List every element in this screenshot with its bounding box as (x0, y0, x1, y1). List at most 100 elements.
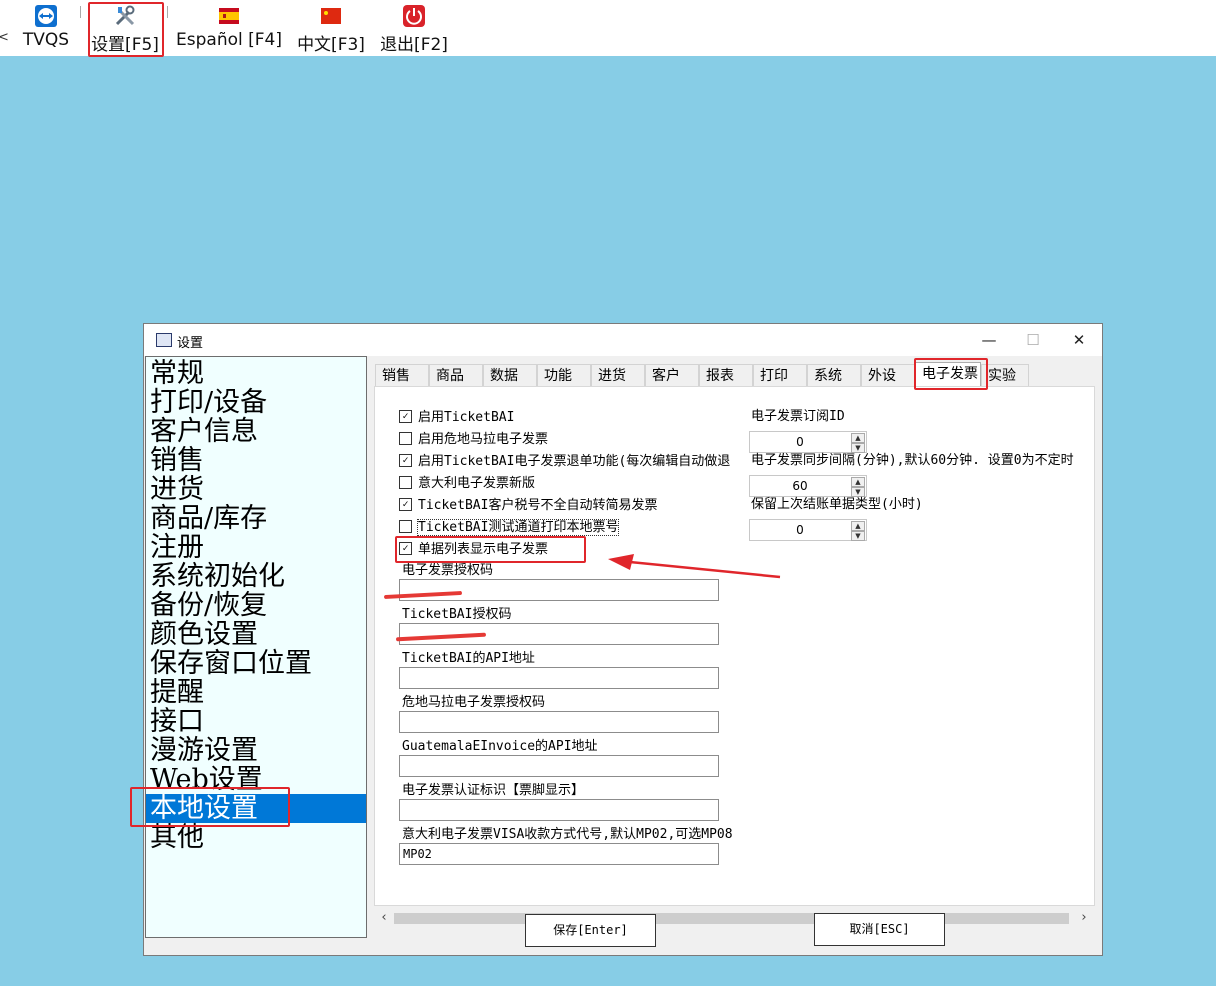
field-label-guatemala-auth: 危地马拉电子发票授权码 (402, 695, 546, 710)
toolbar-tvqs-label: TVQS (22, 30, 70, 50)
checkbox-label: 意大利电子发票新版 (418, 476, 536, 491)
nav-item-backup[interactable]: 备份/恢复 (146, 591, 366, 620)
checkbox-checked-icon: ✓ (399, 410, 412, 423)
tab-sales[interactable]: 销售 (375, 364, 429, 386)
nav-item-sales[interactable]: 销售 (146, 446, 366, 475)
stepper-buttons[interactable]: ▲ ▼ (851, 477, 865, 497)
stepper-down-icon[interactable]: ▼ (851, 487, 865, 497)
settings-category-list[interactable]: 常规 打印/设备 客户信息 销售 进货 商品/库存 注册 系统初始化 备份/恢复… (145, 356, 367, 938)
scrollbar-thumb[interactable] (394, 913, 1069, 924)
subscription-id-stepper[interactable]: 0 ▲ ▼ (749, 431, 867, 453)
stepper-value: 60 (792, 479, 808, 493)
tab-reports[interactable]: 报表 (699, 364, 753, 386)
checkbox-enable-guatemala[interactable]: 启用危地马拉电子发票 (399, 431, 548, 449)
guatemala-api-input[interactable] (399, 755, 719, 777)
scroll-right-icon[interactable]: › (1076, 909, 1092, 927)
tab-data[interactable]: 数据 (483, 364, 537, 386)
checkbox-label: TicketBAI客户税号不全自动转简易发票 (418, 498, 658, 513)
nav-item-purchase[interactable]: 进货 (146, 475, 366, 504)
field-label-einvoice-auth: 电子发票授权码 (402, 563, 494, 578)
checkbox-label: 启用危地马拉电子发票 (418, 432, 549, 447)
minimize-button[interactable]: — (979, 330, 999, 350)
close-button[interactable]: ✕ (1069, 330, 1089, 350)
app-icon (156, 333, 172, 347)
checkbox-ticketbai-refund[interactable]: ✓ 启用TicketBAI电子发票退单功能(每次编辑自动做退 (399, 453, 730, 471)
checkbox-italy-new[interactable]: 意大利电子发票新版 (399, 475, 535, 493)
cancel-button[interactable]: 取消[ESC] (814, 913, 945, 946)
checkbox-unchecked-icon (399, 432, 412, 445)
stepper-value: 0 (796, 435, 804, 449)
maximize-button[interactable]: ☐ (1023, 330, 1043, 350)
nav-item-roaming[interactable]: 漫游设置 (146, 736, 366, 765)
highlight-einvoice-tab (914, 358, 988, 390)
toolbar-chinese-label: 中文[F3] (297, 35, 365, 55)
field-label-einvoice-cert: 电子发票认证标识【票脚显示】 (402, 783, 585, 798)
checkbox-label: 启用TicketBAI电子发票退单功能(每次编辑自动做退 (418, 454, 731, 469)
tab-experiment[interactable]: 实验 (981, 364, 1029, 386)
nav-item-general[interactable]: 常规 (146, 359, 366, 388)
stepper-buttons[interactable]: ▲ ▼ (851, 521, 865, 541)
sync-interval-stepper[interactable]: 60 ▲ ▼ (749, 475, 867, 497)
tab-system[interactable]: 系统 (807, 364, 861, 386)
highlight-list-show-einvoice (395, 536, 586, 563)
dialog-title: 设置 (177, 336, 204, 351)
checkbox-ticketbai-simple-invoice[interactable]: ✓ TicketBAI客户税号不全自动转简易发票 (399, 497, 657, 515)
nav-item-products[interactable]: 商品/库存 (146, 504, 366, 533)
italy-visa-input[interactable]: MP02 (399, 843, 719, 865)
stepper-down-icon[interactable]: ▼ (851, 443, 865, 453)
nav-item-customer[interactable]: 客户信息 (146, 417, 366, 446)
stepper-up-icon[interactable]: ▲ (851, 521, 865, 531)
nav-item-colors[interactable]: 颜色设置 (146, 620, 366, 649)
nav-item-other[interactable]: 其他 (146, 823, 366, 852)
field-label-italy-visa: 意大利电子发票VISA收款方式代号,默认MP02,可选MP08 (402, 827, 733, 842)
save-button[interactable]: 保存[Enter] (525, 914, 656, 947)
nav-item-window-pos[interactable]: 保存窗口位置 (146, 649, 366, 678)
spain-flag-icon (219, 8, 239, 24)
checkbox-label: 启用TicketBAI (418, 410, 515, 425)
nav-item-reminder[interactable]: 提醒 (146, 678, 366, 707)
einvoice-cert-input[interactable] (399, 799, 719, 821)
tab-purchase[interactable]: 进货 (591, 364, 645, 386)
nav-item-print-device[interactable]: 打印/设备 (146, 388, 366, 417)
nav-item-init[interactable]: 系统初始化 (146, 562, 366, 591)
tab-print[interactable]: 打印 (753, 364, 807, 386)
checkbox-ticketbai-test-print[interactable]: TicketBAI测试通道打印本地票号 (399, 519, 620, 537)
horizontal-scrollbar[interactable]: ‹ › (374, 909, 1095, 927)
nav-item-interface[interactable]: 接口 (146, 707, 366, 736)
toolbar-tvqs-button[interactable]: TVQS (18, 0, 74, 56)
toolbar-espanol-label: Español [F4] (176, 30, 282, 50)
toolbar-chinese-button[interactable]: 中文[F3] (295, 0, 367, 56)
tab-peripherals[interactable]: 外设 (861, 364, 915, 386)
highlight-settings-toolbar (88, 2, 164, 57)
checkbox-checked-icon: ✓ (399, 498, 412, 511)
label-sync-interval: 电子发票同步间隔(分钟),默认60分钟. 设置0为不定时 (751, 453, 1074, 468)
checkbox-checked-icon: ✓ (399, 454, 412, 467)
keep-checkout-type-stepper[interactable]: 0 ▲ ▼ (749, 519, 867, 541)
guatemala-auth-input[interactable] (399, 711, 719, 733)
nav-item-register[interactable]: 注册 (146, 533, 366, 562)
stepper-up-icon[interactable]: ▲ (851, 433, 865, 443)
stepper-buttons[interactable]: ▲ ▼ (851, 433, 865, 453)
stepper-up-icon[interactable]: ▲ (851, 477, 865, 487)
scroll-left-icon[interactable]: ‹ (376, 909, 392, 927)
teamviewer-icon (35, 5, 57, 27)
checkbox-unchecked-icon (399, 520, 412, 533)
toolbar-exit-label: 退出[F2] (380, 35, 448, 55)
field-label-ticketbai-auth: TicketBAI授权码 (402, 607, 512, 622)
checkbox-enable-ticketbai[interactable]: ✓ 启用TicketBAI (399, 409, 514, 427)
tab-functions[interactable]: 功能 (537, 364, 591, 386)
stepper-down-icon[interactable]: ▼ (851, 531, 865, 541)
toolbar-separator (80, 6, 81, 18)
top-toolbar: < TVQS 设置[F5] Español [F4] 中文[F3] 退出[F2] (0, 0, 1216, 56)
annotation-arrow-icon (608, 554, 781, 579)
ticketbai-api-input[interactable] (399, 667, 719, 689)
label-keep-checkout-type: 保留上次结账单据类型(小时) (751, 497, 923, 512)
tab-customer[interactable]: 客户 (645, 364, 699, 386)
tab-products[interactable]: 商品 (429, 364, 483, 386)
toolbar-partial-label: < (0, 30, 9, 45)
toolbar-exit-button[interactable]: 退出[F2] (378, 0, 450, 56)
checkbox-label: TicketBAI测试通道打印本地票号 (416, 519, 620, 536)
toolbar-espanol-button[interactable]: Español [F4] (176, 0, 282, 56)
einvoice-panel: ✓ 启用TicketBAI 启用危地马拉电子发票 ✓ 启用TicketBAI电子发票… (374, 386, 1095, 906)
settings-content-area: 销售 商品 数据 功能 进货 客户 报表 打印 系统 外设 电子发票 实验 ✓ 启… (368, 356, 1102, 927)
